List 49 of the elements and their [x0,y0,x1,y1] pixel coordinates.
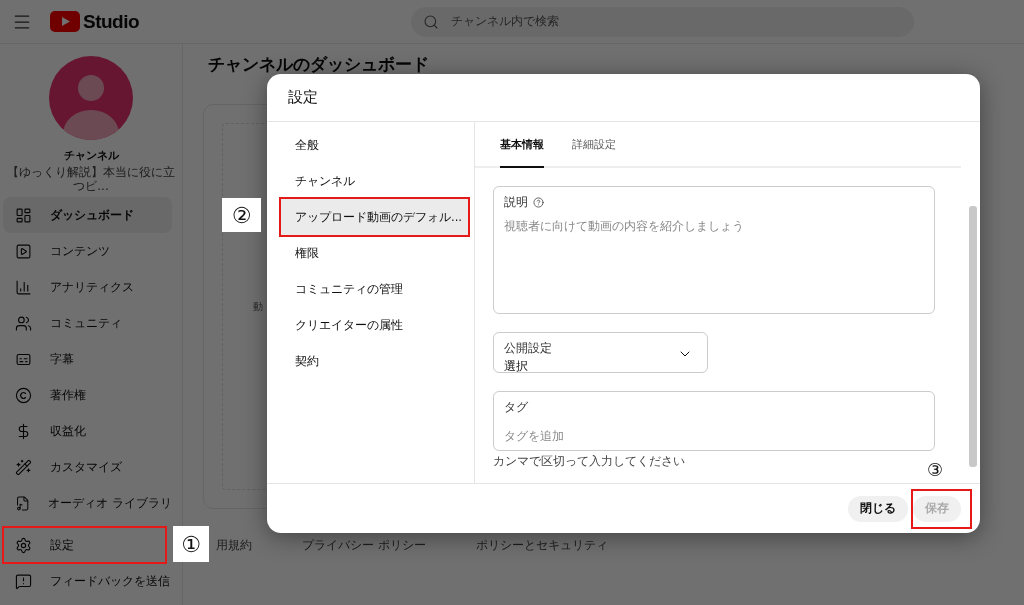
feedback-icon [15,572,32,590]
settings-nav-item[interactable]: コミュニティの管理 [281,271,468,307]
tab[interactable]: 詳細設定 [572,122,616,168]
settings-nav-item[interactable]: 契約 [281,343,468,379]
page-title: チャンネルのダッシュボード [208,54,430,74]
search-field[interactable]: チャンネル内で検索 [411,6,915,37]
settings-icon [15,536,32,554]
sidebar-item[interactable]: オーディオ ライブラリ [3,485,172,521]
description-field[interactable]: 説明 視聴者に向けて動画の内容を紹介しましょう [493,186,935,314]
settings-nav-item[interactable]: 権限 [281,235,468,271]
sidebar-item[interactable]: 著作権 [3,377,172,413]
highlight-frame [911,488,972,529]
visibility-select[interactable]: 公開設定 選択 [493,332,708,373]
help-icon[interactable] [533,197,544,208]
channel-subtitle: 【ゆっくり解説】本当に役に立つビ... [6,165,176,193]
tab[interactable]: 基本情報 [500,122,544,168]
close-button[interactable]: 閉じる [848,495,908,522]
sidebar-item[interactable]: フィードバックを送信 [3,563,172,599]
field-hint: カンマで区切って入力してください [493,453,685,470]
footer-link[interactable]: ポリシーとセキュリティ [475,537,608,554]
logo-text[interactable]: Studio [83,10,140,33]
step-number: ② [222,198,261,232]
settings-nav-item[interactable]: アップロード動画のデフォル... [281,199,468,235]
channel-name: チャンネル [62,148,120,163]
music-file-icon [15,494,31,512]
magic-wand-icon [15,458,32,476]
sidebar-item[interactable]: 字幕 [3,341,172,377]
search-icon [423,13,440,30]
play-square-icon [15,242,32,260]
sidebar-item[interactable]: 設定 [3,527,172,563]
sidebar-item[interactable]: コミュニティ [3,305,172,341]
play-logo-icon[interactable] [50,11,80,32]
sidebar-item[interactable]: コンテンツ [3,233,172,269]
footer-link[interactable]: プライバシー ポリシー [302,537,426,554]
sidebar-item[interactable]: ダッシュボード [3,197,172,233]
dialog-title: 設定 [288,88,318,107]
footer-link[interactable]: 用規約 [216,537,252,554]
settings-nav-item[interactable]: クリエイターの属性 [281,307,468,343]
settings-nav-item[interactable]: 全般 [281,127,468,163]
tags-field[interactable]: タグ タグを追加 [493,391,935,451]
sidebar-item[interactable]: 収益化 [3,413,172,449]
copyright-icon [15,386,32,404]
people-icon [15,314,32,332]
sidebar-item[interactable]: アナリティクス [3,269,172,305]
sidebar-item[interactable]: カスタマイズ [3,449,172,485]
bar-chart-icon [15,278,32,296]
settings-nav-item[interactable]: チャンネル [281,163,468,199]
grid-icon [15,206,32,224]
step-number: ① [173,526,209,562]
